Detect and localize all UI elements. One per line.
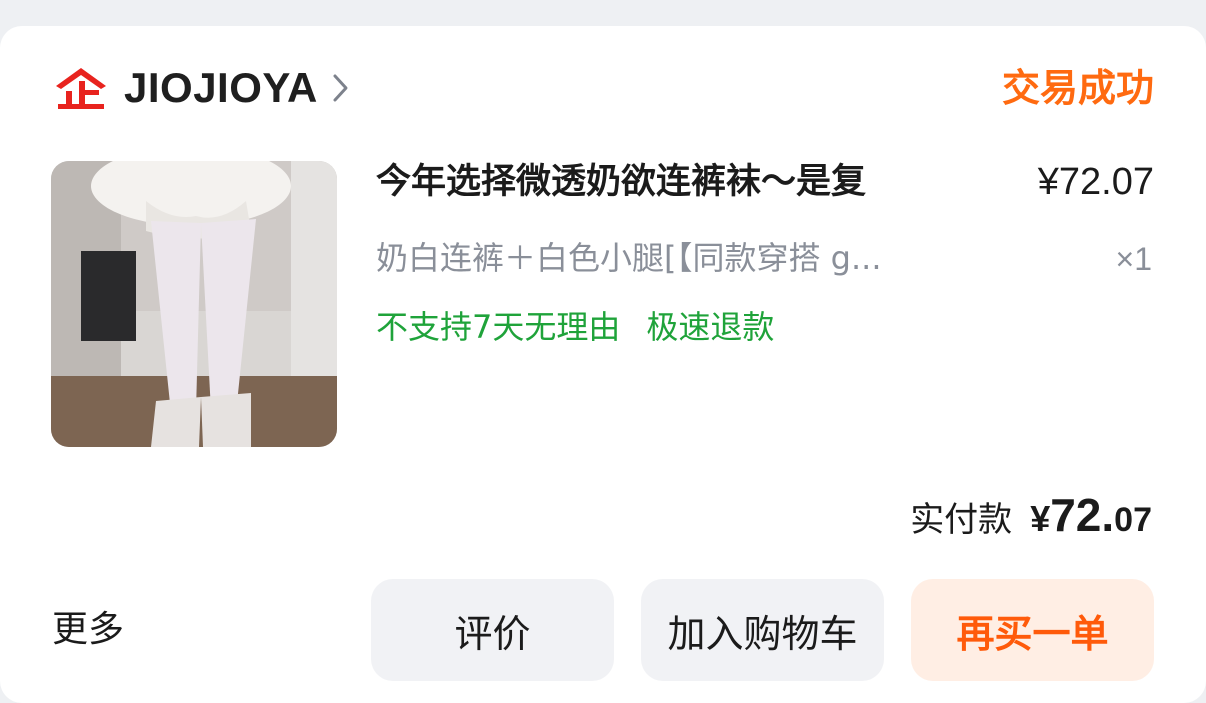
product-image <box>51 161 337 447</box>
tag-fast-refund: 极速退款 <box>646 308 775 346</box>
tag-no-7day-return: 不支持7天无理由 <box>376 308 621 346</box>
shop-enterprise-logo-icon <box>56 68 106 109</box>
paid-label: 实付款 <box>910 500 1013 540</box>
paid-amount-integer: 72. <box>1050 489 1115 541</box>
product-quantity: ×1 <box>1115 241 1152 277</box>
product-sku: 奶白连裤＋白色小腿[【同款穿搭 g... <box>376 239 882 277</box>
service-tags: 不支持7天无理由 极速退款 <box>376 304 774 350</box>
paid-currency: ¥ <box>1030 498 1051 539</box>
shop-header[interactable]: JIOJIOYA <box>52 62 350 114</box>
product-title[interactable]: 今年选择微透奶欲连裤袜～是复 <box>376 158 966 206</box>
order-status: 交易成功 <box>1001 66 1154 110</box>
payment-summary: 实付款 ¥ 72. 07 <box>910 488 1152 542</box>
chevron-right-icon[interactable] <box>332 73 350 103</box>
product-thumbnail[interactable] <box>51 161 337 447</box>
more-button[interactable]: 更多 <box>52 605 124 655</box>
product-price: ¥72.07 <box>1037 161 1154 203</box>
review-button[interactable]: 评价 <box>371 579 614 681</box>
add-to-cart-button[interactable]: 加入购物车 <box>641 579 884 681</box>
buy-again-button[interactable]: 再买一单 <box>911 579 1154 681</box>
shop-name[interactable]: JIOJIOYA <box>124 64 318 112</box>
paid-amount-decimal: 07 <box>1114 501 1152 539</box>
